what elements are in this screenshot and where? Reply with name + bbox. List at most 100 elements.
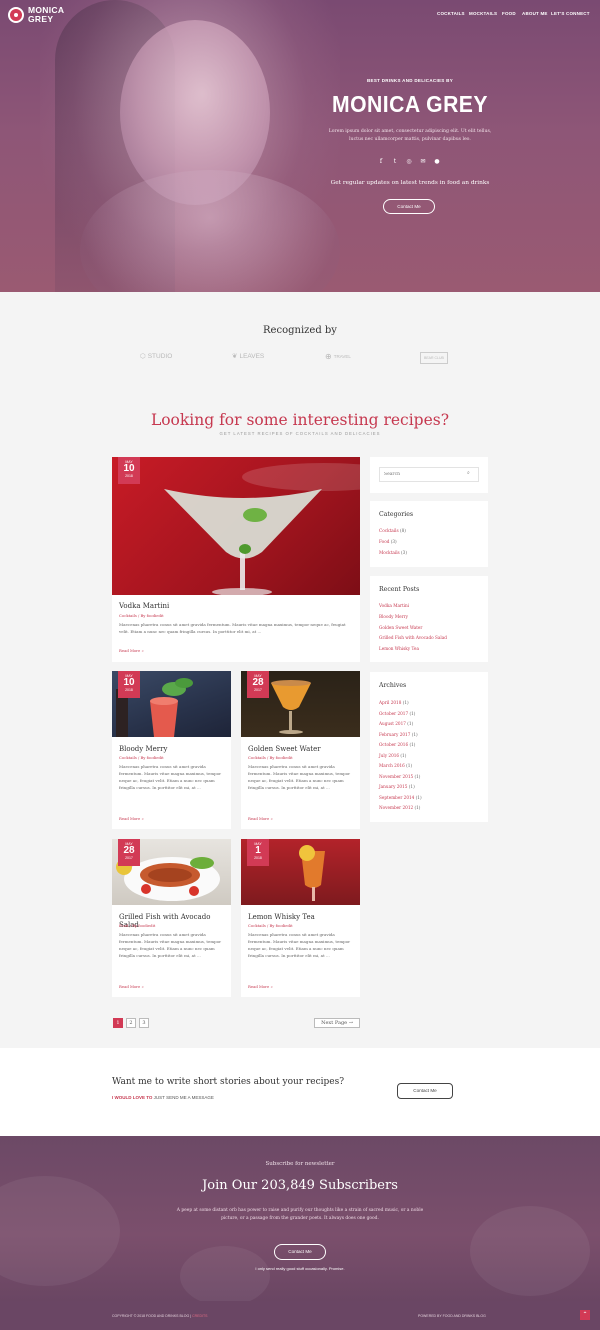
logo-bear-club: BEAR CLUB: [420, 352, 448, 364]
recent-posts-widget: Recent Posts Vodka Martini Bloody Merry …: [370, 576, 488, 662]
logo-studio: ⬡ STUDIO: [140, 352, 172, 361]
post-image[interactable]: [112, 457, 360, 595]
post-title[interactable]: Lemon Whisky Tea: [248, 913, 315, 921]
archive-count: (1): [414, 773, 421, 779]
footer: COPYRIGHT © 2018 FOOD AND DRINKS BLOG | …: [0, 1301, 600, 1330]
read-more-link[interactable]: Read More »: [119, 984, 144, 989]
post-card[interactable]: MAY 28 2017 Golden Sweet Water Cocktails…: [241, 671, 360, 829]
category-name[interactable]: Mocktails: [379, 550, 400, 555]
post-title[interactable]: Vodka Martini: [119, 602, 169, 610]
scroll-top-icon[interactable]: ⌃: [580, 1310, 590, 1320]
nav-food[interactable]: FOOD: [502, 11, 516, 16]
page-1-button[interactable]: 1: [113, 1018, 123, 1028]
site-logo[interactable]: MONICA GREY: [28, 6, 64, 24]
post-excerpt: Maecenas pharetra conus sit amet gravida…: [248, 932, 351, 958]
hero-section: MONICA GREY COCKTAILS MOCKTAILS FOOD ABO…: [0, 0, 600, 292]
instagram-icon[interactable]: ◎: [404, 158, 414, 166]
archive-link[interactable]: November 2012 (1): [379, 805, 420, 810]
recent-post-link[interactable]: Grilled Fish with Avocado Salad: [379, 635, 447, 640]
post-title[interactable]: Golden Sweet Water: [248, 745, 321, 753]
category-link[interactable]: Cocktails (8): [379, 528, 406, 533]
archive-name[interactable]: October 2016: [379, 742, 408, 747]
archive-link[interactable]: September 2014 (1): [379, 795, 422, 800]
archive-link[interactable]: November 2015 (1): [379, 774, 420, 779]
archive-link[interactable]: January 2015 (1): [379, 784, 415, 789]
post-meta[interactable]: Cocktails / By foodiedit: [119, 613, 164, 618]
archive-count: (1): [414, 805, 421, 810]
nav-mocktails[interactable]: MOCKTAILS: [469, 11, 497, 16]
archive-link[interactable]: April 2018 (1): [379, 700, 409, 705]
archive-name[interactable]: November 2012: [379, 805, 413, 810]
archive-link[interactable]: February 2017 (1): [379, 732, 418, 737]
archive-name[interactable]: March 2016: [379, 763, 405, 768]
post-card[interactable]: MAY 10 2018 Vodka Martini Cocktails / By…: [112, 457, 360, 662]
recipes-title: Looking for some interesting recipes?: [150, 411, 450, 429]
category-name[interactable]: Food: [379, 539, 389, 544]
cta-text-rest: JUST SEND ME A MESSAGE: [152, 1095, 214, 1100]
archive-link[interactable]: March 2016 (1): [379, 763, 412, 768]
category-link[interactable]: Food (3): [379, 539, 397, 544]
recognized-title: Recognized by: [263, 325, 337, 336]
post-card[interactable]: MAY 28 2017 Grilled Fish with Avocado Sa…: [112, 839, 231, 997]
archive-name[interactable]: November 2015: [379, 774, 413, 779]
logo-travel: ⊕ TRAVEL: [325, 352, 351, 361]
page-2-button[interactable]: 2: [126, 1018, 136, 1028]
archive-name[interactable]: April 2018: [379, 700, 401, 705]
user-icon[interactable]: ●: [432, 158, 442, 166]
archive-name[interactable]: July 2016: [379, 753, 399, 758]
background-decoration: [180, 1246, 270, 1301]
archive-count: (1): [411, 731, 418, 737]
read-more-link[interactable]: Read More »: [119, 648, 144, 653]
archive-name[interactable]: September 2014: [379, 795, 414, 800]
newsletter-contact-button[interactable]: Contact Me: [274, 1244, 326, 1260]
recent-post-link[interactable]: Vodka Martini: [379, 603, 409, 608]
post-card[interactable]: MAY 10 2018 Bloody Merry Cocktails / By …: [112, 671, 231, 829]
post-excerpt: Maecenas pharetra conus sit amet gravida…: [119, 622, 346, 634]
search-input[interactable]: [379, 467, 479, 482]
archive-name[interactable]: October 2017: [379, 711, 408, 716]
email-icon[interactable]: ✉: [418, 158, 428, 166]
category-link[interactable]: Mocktails (3): [379, 550, 407, 555]
archive-name[interactable]: January 2015: [379, 784, 407, 789]
archives-title: Archives: [379, 682, 407, 689]
twitter-icon[interactable]: t: [390, 158, 400, 166]
category-name[interactable]: Cocktails: [379, 528, 399, 533]
post-meta[interactable]: Food / By foodiedit: [119, 923, 155, 928]
facebook-icon[interactable]: f: [376, 158, 386, 166]
read-more-link[interactable]: Read More »: [248, 984, 273, 989]
newsletter-kicker: Subscribe for newsletter: [265, 1161, 335, 1167]
archive-name[interactable]: August 2017: [379, 721, 406, 726]
next-page-button[interactable]: Next Page →: [314, 1018, 360, 1028]
logo-icon[interactable]: [8, 7, 24, 23]
archive-count: (1): [402, 700, 409, 705]
nav-cocktails[interactable]: COCKTAILS: [437, 11, 465, 16]
search-icon[interactable]: ⌕: [467, 470, 470, 476]
nav-about-me[interactable]: ABOUT ME: [522, 11, 548, 16]
page-3-button[interactable]: 3: [139, 1018, 149, 1028]
categories-title: Categories: [379, 511, 414, 518]
recent-post-link[interactable]: Lemon Whisky Tea: [379, 646, 419, 651]
read-more-link[interactable]: Read More »: [119, 816, 144, 821]
post-meta[interactable]: Cocktails / By foodiedit: [119, 755, 164, 760]
post-title[interactable]: Bloody Merry: [119, 745, 167, 753]
archive-link[interactable]: October 2016 (1): [379, 742, 415, 747]
search-widget: ⌕: [370, 457, 488, 493]
nav-lets-connect[interactable]: LET'S CONNECT: [551, 11, 590, 16]
archive-link[interactable]: July 2016 (1): [379, 753, 406, 758]
recent-post-link[interactable]: Bloody Merry: [379, 614, 408, 619]
cta-contact-button[interactable]: Contact Me: [397, 1083, 453, 1099]
hero-title: MONICA GREY: [332, 91, 488, 117]
post-card[interactable]: MAY 1 2018 Lemon Whisky Tea Cocktails / …: [241, 839, 360, 997]
archive-link[interactable]: August 2017 (1): [379, 721, 413, 726]
hero-contact-button[interactable]: Contact Me: [383, 199, 435, 214]
post-date-year: 2018: [125, 688, 133, 692]
recent-post-link[interactable]: Golden Sweet Water: [379, 625, 422, 630]
post-meta[interactable]: Cocktails / By foodiedit: [248, 755, 293, 760]
archive-link[interactable]: October 2017 (1): [379, 711, 415, 716]
archive-name[interactable]: February 2017: [379, 732, 410, 737]
archive-count: (1): [409, 710, 416, 716]
post-meta[interactable]: Cocktails / By foodiedit: [248, 923, 293, 928]
post-excerpt: Maecenas pharetra conus sit amet gravida…: [119, 764, 222, 790]
read-more-link[interactable]: Read More »: [248, 816, 273, 821]
footer-credits-link[interactable]: CREDITS: [192, 1314, 207, 1318]
